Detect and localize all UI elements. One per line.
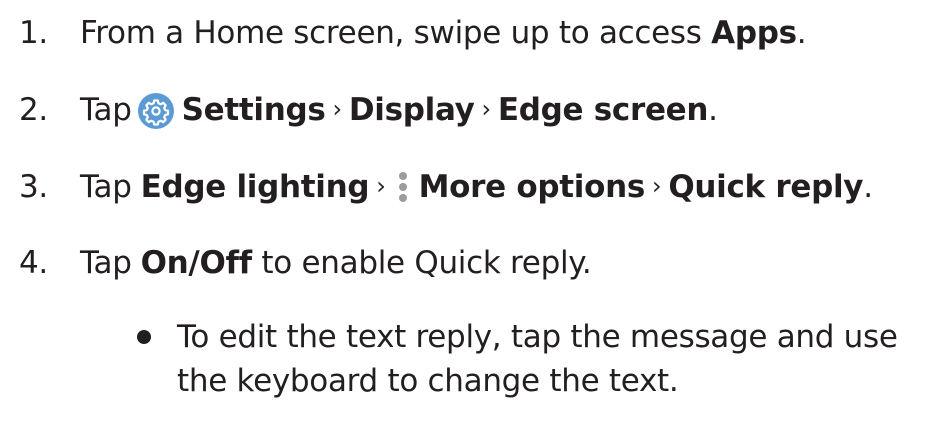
chevron-separator: › — [481, 95, 492, 123]
tap-word: Tap — [80, 245, 132, 281]
step-text: From a Home screen, swipe up to access A… — [80, 15, 807, 51]
period: . — [708, 92, 718, 128]
step-1-text: From a Home screen, swipe up to access — [80, 15, 712, 51]
settings-label: Settings — [181, 92, 326, 128]
tap-word: Tap — [80, 169, 132, 205]
step-4-rest: to enable Quick reply. — [251, 245, 592, 281]
vertical-dots-icon — [398, 172, 409, 202]
step-number: 1. — [19, 15, 48, 51]
step-text: Tap On/Off to enable Quick reply. — [80, 245, 592, 281]
chevron-separator: › — [652, 172, 662, 200]
step-number: 2. — [19, 92, 48, 128]
on-off-label: On/Off — [140, 245, 253, 281]
quick-reply-label: Quick reply — [668, 169, 864, 205]
bullet-text: To edit the text reply, tap the message … — [177, 315, 898, 403]
step-number: 3. — [19, 169, 48, 205]
tap-word: Tap — [80, 92, 132, 128]
bullet-line-1: To edit the text reply, tap the message … — [177, 319, 898, 355]
chevron-separator: › — [376, 172, 386, 200]
display-label: Display — [348, 92, 475, 128]
step-number: 4. — [19, 245, 48, 281]
chevron-separator: › — [332, 95, 343, 123]
edge-screen-label: Edge screen — [497, 92, 709, 128]
more-options-label: More options — [418, 169, 646, 205]
gear-icon — [137, 93, 174, 129]
edge-lighting-label: Edge lighting — [140, 169, 370, 205]
period: . — [796, 15, 807, 51]
step-text: Tap Settings › Display › Edge screen. — [80, 92, 718, 129]
bullet-line-2: the keyboard to change the text. — [177, 363, 679, 399]
period: . — [863, 169, 873, 205]
apps-label: Apps — [711, 15, 797, 51]
bullet-dot — [137, 330, 151, 344]
step-text: Tap Edge lighting › More options › Quick… — [80, 169, 873, 205]
